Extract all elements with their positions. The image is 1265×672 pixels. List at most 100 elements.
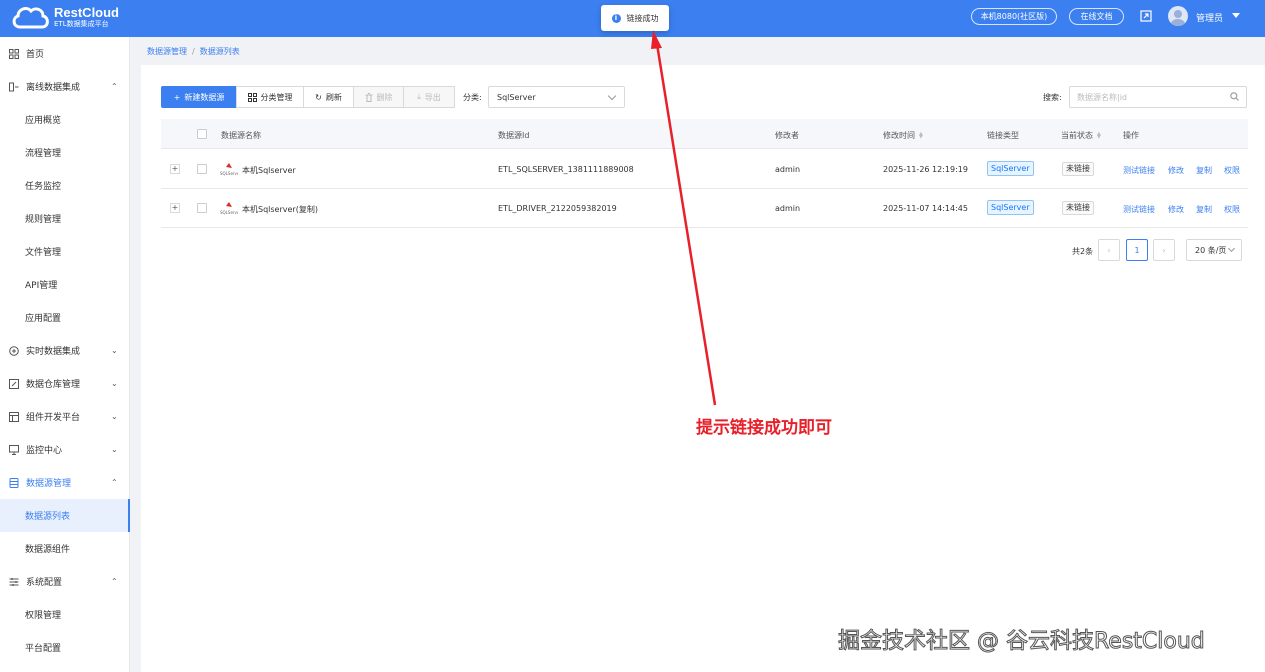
category-manage-button[interactable]: 分类管理 xyxy=(236,86,304,108)
sidebar-group-warehouse[interactable]: 数据仓库管理 ⌄ xyxy=(0,367,130,400)
column-header-label: 当前状态 xyxy=(1061,131,1093,140)
permission-link[interactable]: 权限 xyxy=(1224,165,1240,176)
copy-link[interactable]: 复制 xyxy=(1196,165,1212,176)
sidebar-item-label: 权限管理 xyxy=(25,611,62,621)
sidebar-item-file-management[interactable]: 文件管理 xyxy=(0,235,130,268)
annotation-text: 提示链接成功即可 xyxy=(696,418,832,438)
delete-button[interactable]: 删除 xyxy=(353,86,404,108)
sidebar-item-task-monitor[interactable]: 任务监控 xyxy=(0,169,130,202)
svg-text:SQLServer: SQLServer xyxy=(220,210,238,215)
sidebar-item-flow-management[interactable]: 流程管理 xyxy=(0,136,130,169)
edit-link[interactable]: 修改 xyxy=(1168,204,1184,215)
connection-type-tag: SqlServer xyxy=(987,161,1034,176)
row-checkbox[interactable] xyxy=(197,164,207,174)
connection-type-tag: SqlServer xyxy=(987,200,1034,215)
row-checkbox[interactable] xyxy=(197,203,207,213)
sort-icon[interactable]: ▲ ▼ xyxy=(1097,131,1101,139)
chevron-down-icon: ⌄ xyxy=(111,412,118,421)
monitor-icon xyxy=(9,444,19,455)
page-number-button[interactable]: 1 xyxy=(1126,239,1148,261)
modified-time: 2025-11-07 14:14:45 xyxy=(883,204,968,213)
column-header-status[interactable]: 当前状态 ▲ ▼ xyxy=(1061,130,1101,141)
sidebar-item-api-management[interactable]: API管理 xyxy=(0,268,130,301)
button-label: 分类管理 xyxy=(260,92,293,102)
search-input[interactable] xyxy=(1069,86,1247,108)
sidebar-item-label: 组件开发平台 xyxy=(26,413,81,423)
select-all-checkbox[interactable] xyxy=(197,129,207,139)
column-header-name: 数据源名称 xyxy=(221,131,261,140)
expand-row-icon[interactable]: + xyxy=(170,164,180,174)
page-size-value: 20 条/页 xyxy=(1195,245,1227,255)
brand-subtitle: ETL数据集成平台 xyxy=(54,20,109,28)
chevron-up-icon: ⌃ xyxy=(111,478,118,487)
svg-text:SQLServer: SQLServer xyxy=(220,171,238,176)
avatar[interactable] xyxy=(1168,6,1188,26)
expand-row-icon[interactable]: + xyxy=(170,203,180,213)
column-header-modified[interactable]: 修改时间 ▲ ▼ xyxy=(883,130,923,141)
category-select-value: SqlServer xyxy=(497,92,536,102)
plus-icon: + xyxy=(173,92,181,102)
home-icon xyxy=(9,48,19,59)
breadcrumb-parent[interactable]: 数据源管理 xyxy=(147,47,187,56)
edit-link[interactable]: 修改 xyxy=(1168,165,1184,176)
button-label: 导出 xyxy=(424,92,441,102)
sidebar-group-realtime-integration[interactable]: 实时数据集成 ⌄ xyxy=(0,334,130,367)
status-badge: 未链接 xyxy=(1062,201,1094,215)
sidebar-item-label: 监控中心 xyxy=(26,446,63,456)
test-connection-link[interactable]: 测试链接 xyxy=(1123,165,1155,176)
sidebar: 首页 离线数据集成 ⌃ 应用概览 流程管理 任务监控 规则管理 文件管理 API… xyxy=(0,37,130,672)
page-size-select[interactable]: 20 条/页 xyxy=(1186,239,1242,261)
chevron-down-icon xyxy=(607,91,617,101)
datasource-name: 本机Sqlserver xyxy=(242,166,296,175)
sidebar-group-offline-integration[interactable]: 离线数据集成 ⌃ xyxy=(0,70,130,103)
external-link-icon[interactable] xyxy=(1140,10,1152,22)
sidebar-item-label: 应用概览 xyxy=(25,116,62,126)
refresh-button[interactable]: ↻ 刷新 xyxy=(303,86,354,108)
copy-link[interactable]: 复制 xyxy=(1196,204,1212,215)
sidebar-group-monitor-center[interactable]: 监控中心 ⌄ xyxy=(0,433,130,466)
sidebar-item-datasource-components[interactable]: 数据源组件 xyxy=(0,532,130,565)
sidebar-item-app-config[interactable]: 应用配置 xyxy=(0,301,130,334)
search-icon[interactable] xyxy=(1230,92,1239,101)
toolbar: + 新建数据源 分类管理 ↻ 刷新 删除 ⤓ 导出 xyxy=(161,86,455,108)
trash-icon xyxy=(365,92,372,102)
modified-time: 2025-11-26 12:19:19 xyxy=(883,165,968,174)
user-menu-caret-icon[interactable] xyxy=(1232,13,1240,18)
docs-button[interactable]: 在线文档 xyxy=(1069,8,1124,25)
editor: admin xyxy=(775,204,801,213)
sidebar-item-label: 数据源列表 xyxy=(25,512,71,522)
sidebar-item-label: 规则管理 xyxy=(25,215,62,225)
category-select[interactable]: SqlServer xyxy=(488,86,625,108)
chevron-left-icon: ‹ xyxy=(1107,245,1111,255)
sidebar-item-datasource-list[interactable]: 数据源列表 xyxy=(0,499,130,532)
permission-link[interactable]: 权限 xyxy=(1224,204,1240,215)
env-button[interactable]: 本机8080(社区版) xyxy=(971,8,1057,25)
export-button[interactable]: ⤓ 导出 xyxy=(403,86,455,108)
sidebar-group-component-dev[interactable]: 组件开发平台 ⌄ xyxy=(0,400,130,433)
prev-page-button[interactable]: ‹ xyxy=(1098,239,1120,261)
column-header-actions: 操作 xyxy=(1123,131,1139,140)
sidebar-item-platform-config[interactable]: 平台配置 xyxy=(0,631,130,664)
refresh-icon: ↻ xyxy=(315,92,322,102)
sidebar-item-home[interactable]: 首页 xyxy=(0,37,130,70)
cloud-logo-icon xyxy=(12,7,49,29)
chevron-down-icon: ⌄ xyxy=(111,346,118,355)
warehouse-icon xyxy=(9,378,19,389)
next-page-button[interactable]: › xyxy=(1153,239,1175,261)
brand-name: RestCloud xyxy=(54,5,119,20)
brand-logo[interactable]: RestCloud ETL数据集成平台 xyxy=(10,3,119,31)
chevron-right-icon: › xyxy=(1162,245,1166,255)
user-name[interactable]: 管理员 xyxy=(1196,11,1223,24)
test-connection-link[interactable]: 测试链接 xyxy=(1123,204,1155,215)
sidebar-item-app-overview[interactable]: 应用概览 xyxy=(0,103,130,136)
datasource-id: ETL_DRIVER_2122059382019 xyxy=(498,204,617,213)
sidebar-group-datasource[interactable]: 数据源管理 ⌃ xyxy=(0,466,130,499)
new-datasource-button[interactable]: + 新建数据源 xyxy=(161,86,237,108)
realtime-icon xyxy=(9,345,19,356)
sidebar-item-rule-management[interactable]: 规则管理 xyxy=(0,202,130,235)
table-row: + SQLServer 本机Sqlserver(复制) ETL_DRIVER_2… xyxy=(161,189,1248,228)
sidebar-group-system-config[interactable]: 系统配置 ⌃ xyxy=(0,565,130,598)
sidebar-item-permission-management[interactable]: 权限管理 xyxy=(0,598,130,631)
sort-icon[interactable]: ▲ ▼ xyxy=(919,131,923,139)
sidebar-item-label: 数据仓库管理 xyxy=(26,380,81,390)
